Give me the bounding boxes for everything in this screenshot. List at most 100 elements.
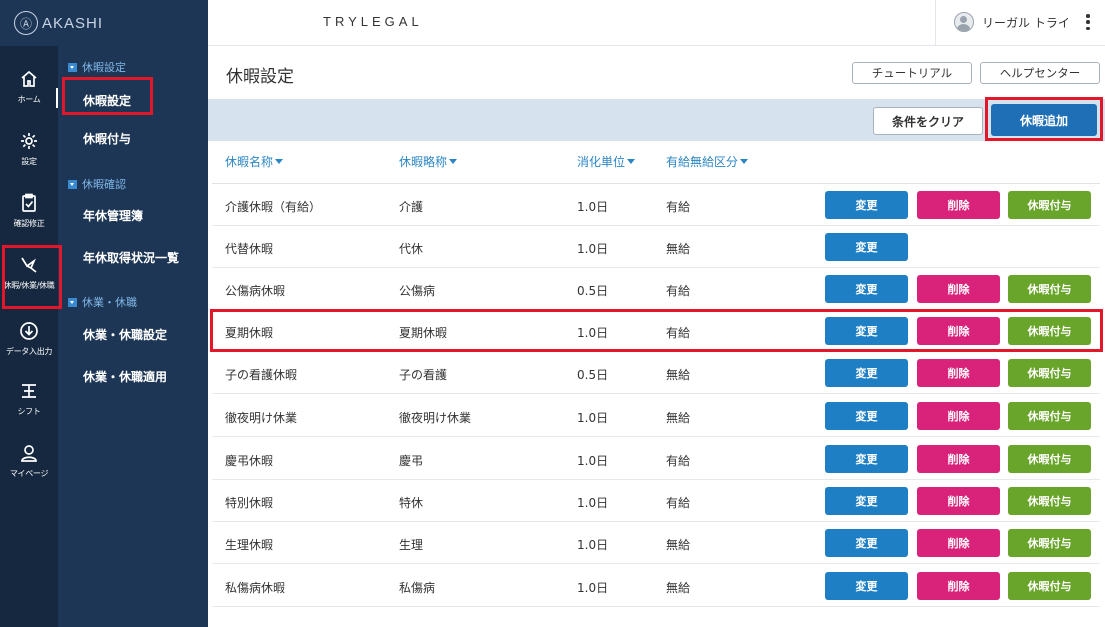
column-header-label: 休暇略称 [399, 155, 448, 169]
grant-leave-button[interactable]: 休暇付与 [1008, 191, 1091, 219]
edit-button[interactable]: 変更 [825, 359, 908, 387]
column-header-abbr[interactable]: 休暇略称 [399, 153, 458, 170]
cell-leave-abbr: 代休 [399, 242, 424, 256]
cell-leave-abbr: 生理 [399, 538, 424, 552]
edit-button[interactable]: 変更 [825, 317, 908, 345]
cell-leave-name: 徹夜明け休業 [225, 411, 298, 425]
cell-paid-type: 無給 [666, 242, 691, 256]
column-header-label: 有給無給区分 [666, 155, 739, 169]
table-row: 特別休暇 特休 1.0日 有給 変更 削除 休暇付与 [212, 480, 1100, 522]
subnav-section-leave-settings[interactable]: 休暇設定 [68, 59, 126, 75]
edit-button[interactable]: 変更 [825, 445, 908, 473]
rail-label-shift: シフト [17, 407, 41, 416]
cell-paid-type: 有給 [666, 454, 691, 468]
grant-leave-button[interactable]: 休暇付与 [1008, 487, 1091, 515]
shift-icon [18, 380, 40, 402]
subnav-item-absence-apply[interactable]: 休業・休職適用 [83, 368, 167, 385]
company-name: TRYLEGAL [323, 14, 423, 29]
rail-item-shift[interactable]: シフト [0, 380, 58, 417]
grant-leave-button[interactable]: 休暇付与 [1008, 317, 1091, 345]
grant-leave-button[interactable]: 休暇付与 [1008, 445, 1091, 473]
rail-item-data-io[interactable]: データ入出力 [0, 320, 58, 357]
delete-button[interactable]: 削除 [917, 445, 1000, 473]
grant-leave-button[interactable]: 休暇付与 [1008, 529, 1091, 557]
rail-item-home[interactable]: ホーム [0, 68, 58, 105]
clear-conditions-button[interactable]: 条件をクリア [873, 107, 983, 135]
cell-paid-type: 有給 [666, 200, 691, 214]
add-leave-button[interactable]: 休暇追加 [991, 104, 1097, 136]
cell-paid-type: 有給 [666, 496, 691, 510]
column-header-unit[interactable]: 消化単位 [577, 153, 636, 170]
table-row: 介護休暇（有給） 介護 1.0日 有給 変更 削除 休暇付与 [212, 184, 1100, 226]
cell-unit: 1.0日 [577, 538, 609, 552]
cell-paid-type: 無給 [666, 411, 691, 425]
delete-button[interactable]: 削除 [917, 572, 1000, 600]
cell-leave-name: 私傷病休暇 [225, 581, 286, 595]
person-icon [18, 442, 40, 464]
delete-button[interactable]: 削除 [917, 402, 1000, 430]
grant-leave-button[interactable]: 休暇付与 [1008, 359, 1091, 387]
cell-leave-name: 生理休暇 [225, 538, 274, 552]
subnav-section-absence[interactable]: 休業・休職 [68, 294, 137, 310]
column-header-paid-type[interactable]: 有給無給区分 [666, 153, 749, 170]
delete-button[interactable]: 削除 [917, 275, 1000, 303]
table-row: 徹夜明け休業 徹夜明け休業 1.0日 無給 変更 削除 休暇付与 [212, 395, 1100, 437]
subnav-item-leave-grant[interactable]: 休暇付与 [83, 130, 131, 147]
delete-button[interactable]: 削除 [917, 529, 1000, 557]
subnav-section-leave-check[interactable]: 休暇確認 [68, 176, 126, 192]
edit-button[interactable]: 変更 [825, 487, 908, 515]
column-header-name[interactable]: 休暇名称 [225, 153, 284, 170]
subnav-item-absence-settings[interactable]: 休業・休職設定 [83, 326, 167, 343]
rail-item-leave[interactable]: 休暇/休業/休職 [0, 254, 58, 291]
tutorial-button[interactable]: チュートリアル [852, 62, 972, 84]
subnav-item-annual-leave-status[interactable]: 年休取得状況一覧 [83, 249, 179, 266]
top-header: TRYLEGAL リーガル トライ [208, 0, 1105, 46]
delete-button[interactable]: 削除 [917, 191, 1000, 219]
cell-paid-type: 有給 [666, 326, 691, 340]
logo-area[interactable]: Ⓐ AKASHI [0, 0, 208, 46]
user-name[interactable]: リーガル トライ [982, 14, 1070, 31]
rail-label-review: 確認修正 [13, 219, 45, 228]
subnav-section-title: 休業・休職 [82, 296, 137, 309]
column-header-label: 休暇名称 [225, 155, 274, 169]
icon-rail: ホーム 設定 確認修正 休暇/休業/休職 データ入出力 シフト マイページ [0, 46, 59, 627]
cell-unit: 1.0日 [577, 326, 609, 340]
user-avatar-icon[interactable] [954, 12, 974, 32]
cell-unit: 1.0日 [577, 454, 609, 468]
edit-button[interactable]: 変更 [825, 191, 908, 219]
grant-leave-button[interactable]: 休暇付与 [1008, 275, 1091, 303]
cell-paid-type: 有給 [666, 284, 691, 298]
cell-unit: 1.0日 [577, 200, 609, 214]
rail-item-mypage[interactable]: マイページ [0, 442, 58, 479]
cell-unit: 1.0日 [577, 581, 609, 595]
cell-paid-type: 無給 [666, 368, 691, 382]
edit-button[interactable]: 変更 [825, 572, 908, 600]
delete-button[interactable]: 削除 [917, 359, 1000, 387]
grant-leave-button[interactable]: 休暇付与 [1008, 572, 1091, 600]
delete-button[interactable]: 削除 [917, 487, 1000, 515]
cell-leave-name: 特別休暇 [225, 496, 274, 510]
edit-button[interactable]: 変更 [825, 402, 908, 430]
table-row: 夏期休暇 夏期休暇 1.0日 有給 変更 削除 休暇付与 [212, 310, 1100, 352]
sort-down-icon [275, 159, 284, 164]
bird-icon [18, 254, 40, 276]
cell-leave-name: 公傷病休暇 [225, 284, 286, 298]
table-row: 代替休暇 代休 1.0日 無給 変更 [212, 226, 1100, 268]
cell-leave-abbr: 介護 [399, 200, 424, 214]
cell-leave-abbr: 特休 [399, 496, 424, 510]
cell-leave-abbr: 子の看護 [399, 368, 448, 382]
subnav-item-leave-settings[interactable]: 休暇設定 [83, 92, 131, 109]
edit-button[interactable]: 変更 [825, 233, 908, 261]
help-center-button[interactable]: ヘルプセンター [980, 62, 1100, 84]
subnav-item-annual-leave-ledger[interactable]: 年休管理簿 [83, 207, 143, 224]
cell-leave-name: 代替休暇 [225, 242, 274, 256]
edit-button[interactable]: 変更 [825, 529, 908, 557]
kebab-menu-icon[interactable] [1085, 12, 1091, 32]
grant-leave-button[interactable]: 休暇付与 [1008, 402, 1091, 430]
collapse-toggle-icon [68, 62, 77, 72]
rail-item-settings[interactable]: 設定 [0, 130, 58, 167]
delete-button[interactable]: 削除 [917, 317, 1000, 345]
rail-item-review[interactable]: 確認修正 [0, 192, 58, 229]
edit-button[interactable]: 変更 [825, 275, 908, 303]
page-title: 休暇設定 [226, 67, 294, 87]
